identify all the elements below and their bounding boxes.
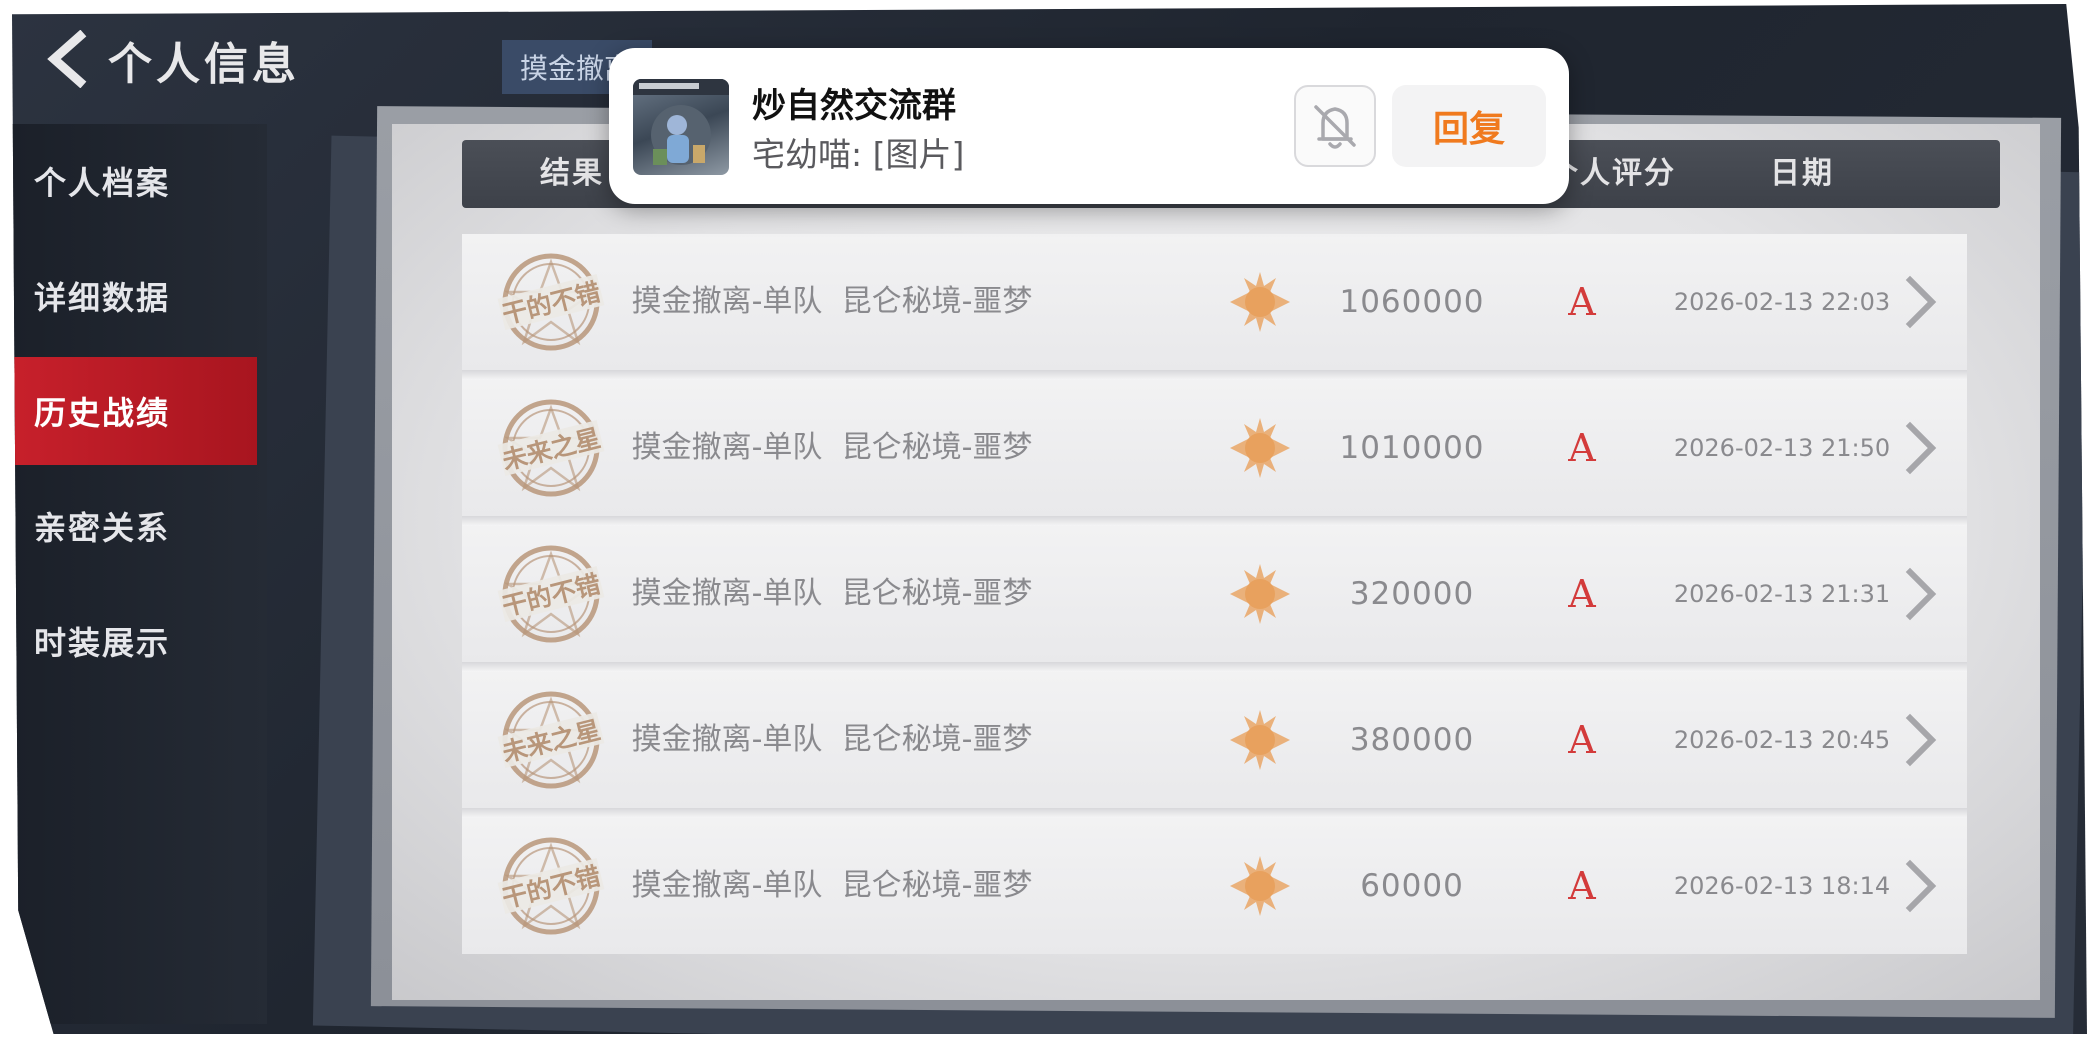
date-cell: 2026-02-13 21:31 — [1673, 580, 1891, 608]
mode-cell: 摸金撤离-单队 — [631, 430, 823, 465]
sidebar-item-outfits[interactable]: 时装展示 — [12, 587, 257, 695]
sidebar-item-label: 历史战绩 — [34, 394, 171, 432]
sun-icon — [1230, 564, 1290, 624]
notification-message: 宅幼喵: [图片] — [752, 135, 965, 174]
result-stamp-icon: 干的不错 — [497, 545, 605, 643]
sidebar-item-detailed-data[interactable]: 详细数据 — [12, 242, 257, 350]
date-cell: 2026-02-13 18:14 — [1673, 872, 1891, 900]
reply-button[interactable]: 回复 — [1392, 85, 1546, 167]
map-cell: 昆仑秘境-噩梦 — [841, 284, 1033, 319]
map-cell: 昆仑秘境-噩梦 — [841, 430, 1033, 465]
sun-icon — [1230, 272, 1290, 332]
grade-cell: A — [1568, 718, 1596, 762]
mode-cell: 摸金撤离-单队 — [631, 576, 823, 611]
mute-button[interactable] — [1294, 85, 1376, 167]
table-row[interactable]: 干的不错 摸金撤离-单队 昆仑秘境-噩梦 320000 A 2026-02-13… — [462, 526, 1967, 662]
date-cell: 2026-02-13 20:45 — [1673, 726, 1891, 754]
table-row[interactable]: 干的不错 摸金撤离-单队 昆仑秘境-噩梦 1060000 A 2026-02-1… — [462, 234, 1967, 370]
date-cell: 2026-02-13 21:50 — [1673, 434, 1891, 462]
value-cell: 380000 — [1349, 722, 1475, 758]
row-divider — [462, 516, 1967, 526]
chevron-right-icon[interactable] — [1900, 712, 1940, 768]
map-cell: 昆仑秘境-噩梦 — [841, 722, 1033, 757]
mode-cell: 摸金撤离-单队 — [631, 284, 823, 319]
chevron-right-icon[interactable] — [1900, 274, 1940, 330]
sidebar-item-label: 详细数据 — [34, 279, 171, 317]
sidebar-item-label: 亲密关系 — [34, 509, 171, 547]
back-chevron-icon[interactable] — [40, 30, 98, 88]
chevron-right-icon[interactable] — [1900, 566, 1940, 622]
result-stamp-icon: 未来之星 — [497, 691, 605, 789]
grade-cell: A — [1568, 572, 1596, 616]
result-stamp-icon: 未来之星 — [497, 399, 605, 497]
table-row[interactable]: 干的不错 摸金撤离-单队 昆仑秘境-噩梦 60000 A 2026-02-13 … — [462, 818, 1967, 954]
table-row[interactable]: 未来之星 摸金撤离-单队 昆仑秘境-噩梦 1010000 A 2026-02-1… — [462, 380, 1967, 516]
row-divider — [462, 662, 1967, 672]
sidebar-item-match-history[interactable]: 历史战绩 — [12, 357, 257, 465]
grade-cell: A — [1568, 426, 1596, 470]
value-cell: 1060000 — [1339, 284, 1485, 320]
game-screen: 个人信息 个人档案 详细数据 历史战绩 亲密关系 时装展示 摸金撤离 结果 个人… — [12, 4, 2087, 1034]
sun-icon — [1230, 710, 1290, 770]
chevron-right-icon[interactable] — [1900, 858, 1940, 914]
result-stamp-icon: 干的不错 — [497, 253, 605, 351]
notification-banner[interactable]: 炒自然交流群 宅幼喵: [图片] 回复 — [609, 48, 1569, 204]
grade-cell: A — [1568, 864, 1596, 908]
value-cell: 60000 — [1360, 868, 1464, 904]
result-stamp-icon: 干的不错 — [497, 837, 605, 935]
group-avatar — [633, 79, 729, 175]
value-cell: 320000 — [1349, 576, 1475, 612]
sidebar: 个人档案 详细数据 历史战绩 亲密关系 时装展示 — [12, 124, 267, 1024]
chevron-right-icon[interactable] — [1900, 420, 1940, 476]
grade-cell: A — [1568, 280, 1596, 324]
page-title: 个人信息 — [108, 39, 300, 90]
sun-icon — [1230, 418, 1290, 478]
sidebar-item-label: 时装展示 — [34, 624, 171, 662]
sidebar-item-label: 个人档案 — [34, 164, 171, 202]
value-cell: 1010000 — [1339, 430, 1485, 466]
row-divider — [462, 808, 1967, 818]
map-cell: 昆仑秘境-噩梦 — [841, 868, 1033, 903]
mode-cell: 摸金撤离-单队 — [631, 722, 823, 757]
match-history-table: 结果 个人评分 日期 干的不错 摸金撤离-单队 昆仑秘境-噩梦 1060000 … — [392, 124, 2040, 1000]
sidebar-item-profile[interactable]: 个人档案 — [12, 127, 257, 235]
map-cell: 昆仑秘境-噩梦 — [841, 576, 1033, 611]
notification-title: 炒自然交流群 — [752, 86, 956, 126]
column-header-date: 日期 — [1770, 156, 1834, 191]
mode-cell: 摸金撤离-单队 — [631, 868, 823, 903]
bell-off-icon — [1314, 105, 1356, 149]
date-cell: 2026-02-13 22:03 — [1673, 288, 1891, 316]
sidebar-item-relationships[interactable]: 亲密关系 — [12, 472, 257, 580]
sun-icon — [1230, 856, 1290, 916]
row-divider — [462, 370, 1967, 380]
table-row[interactable]: 未来之星 摸金撤离-单队 昆仑秘境-噩梦 380000 A 2026-02-13… — [462, 672, 1967, 808]
